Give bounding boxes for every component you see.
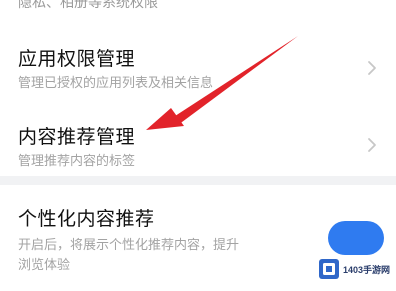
- watermark: 1403手游网: [316, 247, 396, 291]
- watermark-text: 1403手游网: [343, 264, 391, 275]
- arrow-shape: [146, 36, 298, 130]
- watermark-logo-icon: [319, 259, 339, 279]
